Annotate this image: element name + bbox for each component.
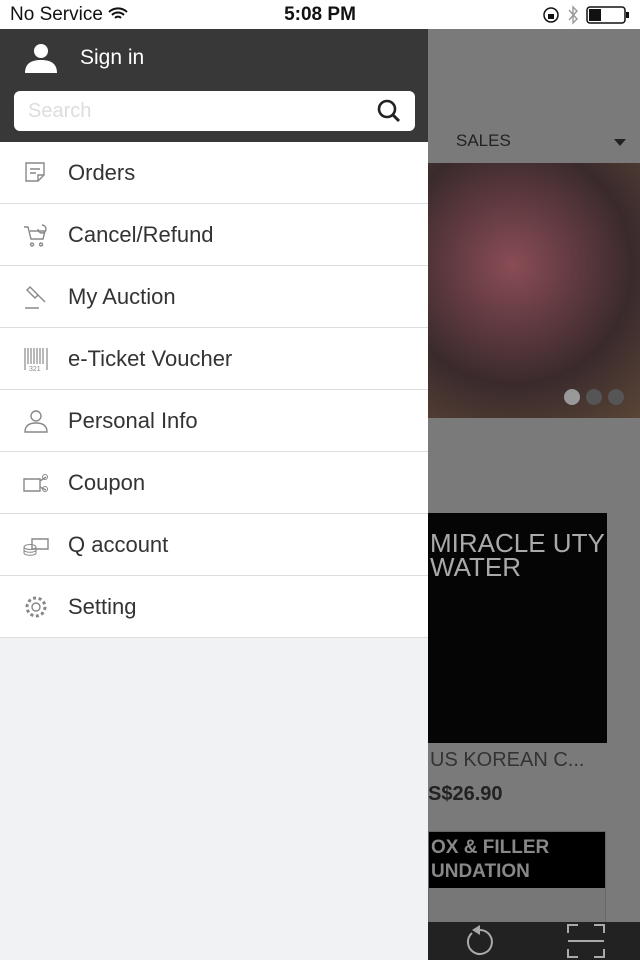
menu-item-orders[interactable]: Orders <box>0 142 428 204</box>
bottom-toolbar <box>428 922 640 960</box>
product-name[interactable]: US KOREAN C... <box>430 749 584 772</box>
carousel-dots <box>564 389 624 405</box>
menu-item-label: Coupon <box>68 469 146 495</box>
menu-item-personal-info[interactable]: Personal Info <box>0 390 428 452</box>
search-icon[interactable] <box>377 99 401 123</box>
product-image[interactable]: MIRACLE UTY WATER <box>428 513 607 743</box>
receipt-icon <box>22 159 50 187</box>
refresh-icon[interactable] <box>462 923 498 959</box>
menu-item-label: Personal Info <box>68 407 198 433</box>
person-icon <box>22 407 50 435</box>
barcode-icon: 321 <box>22 345 50 373</box>
battery-icon <box>586 6 629 24</box>
menu-item-label: Setting <box>68 593 137 619</box>
menu-item-label: e-Ticket Voucher <box>68 345 233 371</box>
gear-icon <box>22 593 50 621</box>
search-input[interactable] <box>28 99 377 123</box>
svg-text:321: 321 <box>29 366 41 373</box>
product-price: S$26.90 <box>428 783 503 805</box>
coupon-icon <box>22 469 50 497</box>
product-image[interactable]: OX & FILLER UNDATION <box>428 831 606 931</box>
menu-item-coupon[interactable]: Coupon <box>0 452 428 514</box>
menu-item-my-auction[interactable]: My Auction <box>0 266 428 328</box>
menu-item-label: Q account <box>68 531 169 557</box>
drawer-header: Sign in <box>0 29 428 142</box>
banner-image[interactable] <box>428 163 640 418</box>
chevron-down-icon[interactable] <box>614 139 626 146</box>
drawer-menu: Orders Cancel/Refund My Auction 321 e-Ticket… <box>0 142 428 638</box>
sort-dropdown[interactable]: SALES <box>456 131 511 151</box>
sign-in-button[interactable]: Sign in <box>24 43 144 73</box>
user-icon <box>25 44 57 73</box>
menu-item-cancel-refund[interactable]: Cancel/Refund <box>0 204 428 266</box>
scan-icon[interactable] <box>566 923 606 959</box>
menu-item-label: Orders <box>68 159 136 185</box>
menu-item-q-account[interactable]: Q account <box>0 514 428 576</box>
bluetooth-icon <box>568 5 578 25</box>
side-drawer: Sign in Orders Cancel/Refund My Auction 321… <box>0 29 428 960</box>
money-icon <box>22 531 50 559</box>
dimmed-main-content[interactable]: SALES MIRACLE UTY WATER US KOREAN C... S… <box>428 29 640 960</box>
cart-refund-icon <box>22 221 50 249</box>
menu-item-label: Cancel/Refund <box>68 221 214 247</box>
search-bar <box>14 91 415 131</box>
rotation-lock-icon <box>543 7 559 23</box>
menu-item-label: My Auction <box>68 283 176 309</box>
menu-item-e-ticket-voucher[interactable]: 321 e-Ticket Voucher <box>0 328 428 390</box>
gavel-icon <box>22 283 50 311</box>
status-bar: No Service 5:08 PM <box>0 0 640 29</box>
menu-item-setting[interactable]: Setting <box>0 576 428 638</box>
